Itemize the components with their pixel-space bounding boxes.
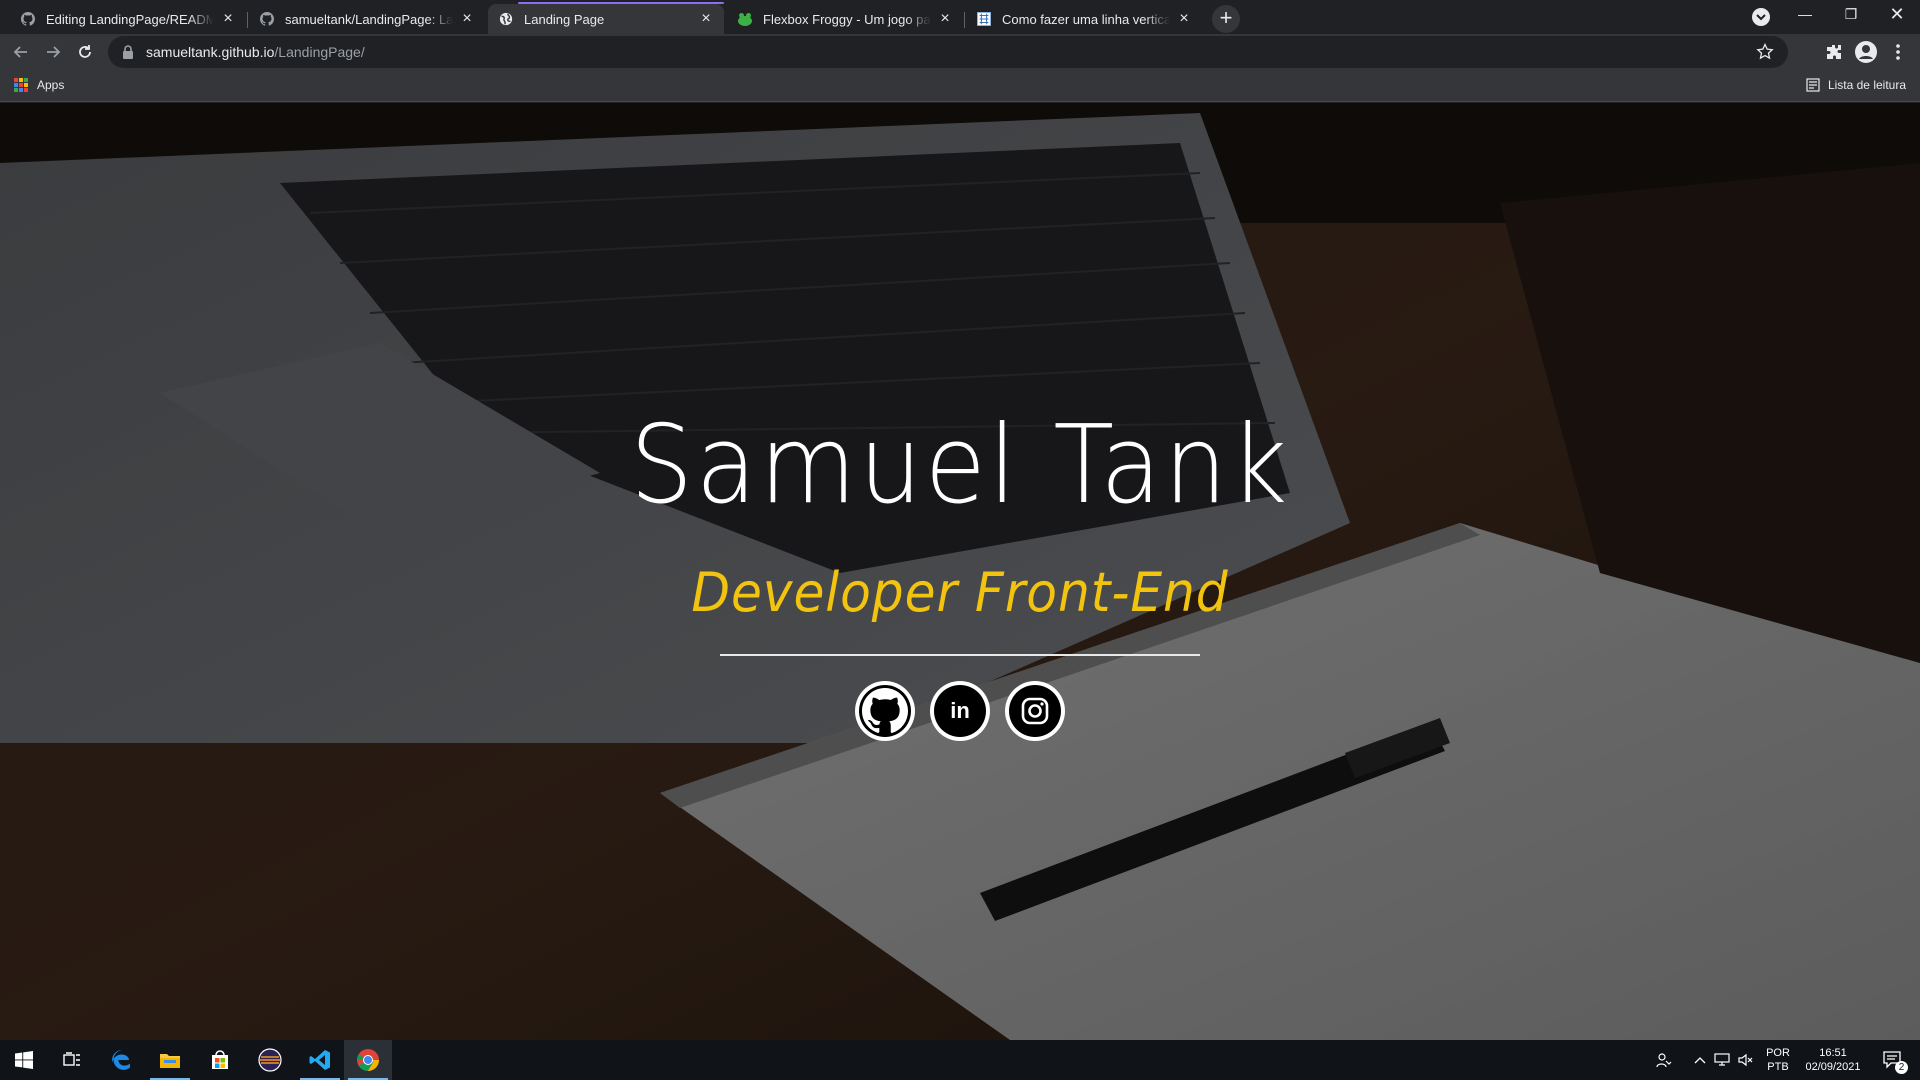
chevron-up-icon[interactable]	[1692, 1052, 1708, 1068]
linkedin-icon: in	[934, 685, 986, 737]
divider-line	[720, 654, 1200, 656]
github-icon	[859, 685, 911, 737]
close-window-icon[interactable]: ✕	[1874, 0, 1920, 30]
profile-menu-icon[interactable]	[1738, 2, 1784, 32]
volume-muted-icon[interactable]	[1738, 1052, 1754, 1068]
hero-section: Samuel Tank Developer Front-End in	[0, 103, 1920, 1040]
close-tab-icon[interactable]: ×	[1176, 11, 1192, 27]
clock-time: 16:51	[1819, 1047, 1847, 1059]
tab-readme[interactable]: Editing LandingPage/README.md ×	[10, 4, 246, 34]
close-tab-icon[interactable]: ×	[698, 11, 714, 27]
tab-separator	[964, 12, 965, 28]
back-icon[interactable]	[8, 39, 34, 65]
url-path: /LandingPage/	[274, 44, 365, 60]
task-view-icon[interactable]	[48, 1040, 96, 1080]
tab-title: Como fazer uma linha vertical com CSS	[1002, 11, 1170, 27]
store-icon[interactable]	[196, 1040, 244, 1080]
tab-flexbox-froggy[interactable]: Flexbox Froggy - Um jogo para aprender ×	[727, 4, 963, 34]
minimize-icon[interactable]: —	[1782, 0, 1828, 30]
edge-icon[interactable]	[98, 1040, 146, 1080]
notification-center-icon[interactable]: 2	[1882, 1050, 1908, 1074]
instagram-link[interactable]	[1005, 681, 1065, 741]
reload-icon[interactable]	[72, 39, 98, 65]
file-explorer-icon[interactable]	[146, 1040, 194, 1080]
apps-grid-icon	[14, 78, 28, 92]
input-language[interactable]: POR PTB	[1764, 1046, 1792, 1074]
star-icon[interactable]	[1756, 42, 1774, 64]
bookmarks-bar: Apps Lista de leitura	[0, 70, 1920, 102]
restore-icon[interactable]: ❐	[1828, 0, 1874, 30]
apps-label: Apps	[37, 78, 65, 92]
tab-title: Editing LandingPage/README.md	[46, 11, 214, 27]
extensions-icon[interactable]	[1822, 40, 1846, 64]
tab-repo[interactable]: samueltank/LandingPage: Landing Page ×	[249, 4, 485, 34]
apps-bookmark[interactable]: Apps	[14, 78, 64, 92]
clock-date: 02/09/2021	[1805, 1061, 1861, 1073]
url-host: samueltank.github.io	[146, 44, 275, 60]
windows-start-icon[interactable]	[0, 1040, 48, 1080]
close-tab-icon[interactable]: ×	[220, 11, 236, 27]
language-line-1: POR	[1766, 1047, 1790, 1059]
hero-role: Developer Front-End	[691, 561, 1229, 624]
vscode-icon[interactable]	[296, 1040, 344, 1080]
reading-list[interactable]: Lista de leitura	[1806, 78, 1906, 92]
clock[interactable]: 16:51 02/09/2021	[1798, 1046, 1868, 1074]
lock-icon[interactable]	[122, 45, 136, 59]
github-link[interactable]	[855, 681, 915, 741]
github-icon	[20, 11, 36, 27]
notification-count-badge: 2	[1895, 1061, 1908, 1074]
windows-taskbar: POR PTB 16:51 02/09/2021 2	[0, 1040, 1920, 1080]
more-menu-icon[interactable]	[1886, 40, 1910, 64]
globe-icon	[498, 11, 514, 27]
tab-title: Flexbox Froggy - Um jogo para aprender	[763, 11, 931, 27]
reading-list-label: Lista de leitura	[1827, 78, 1906, 92]
chrome-icon[interactable]	[344, 1040, 392, 1080]
stackoverflow-icon	[976, 11, 992, 27]
linkedin-link[interactable]: in	[930, 681, 990, 741]
tab-title: Landing Page	[524, 11, 605, 27]
tab-landing-page[interactable]: Landing Page ×	[488, 2, 724, 34]
account-icon[interactable]	[1854, 40, 1878, 64]
browser-toolbar: samueltank.github.io/LandingPage/	[0, 34, 1920, 70]
language-line-2: PTB	[1767, 1061, 1789, 1073]
new-tab-button[interactable]: +	[1212, 5, 1240, 33]
page-viewport: Samuel Tank Developer Front-End in	[0, 103, 1920, 1040]
people-icon[interactable]	[1656, 1052, 1672, 1068]
tab-strip: Editing LandingPage/README.md × samuelta…	[0, 0, 1920, 34]
instagram-icon	[1009, 685, 1061, 737]
hero-name: Samuel Tank	[629, 403, 1291, 528]
reading-list-icon	[1806, 78, 1820, 92]
social-links: in	[0, 681, 1920, 741]
github-icon	[259, 11, 275, 27]
network-icon[interactable]	[1714, 1052, 1730, 1068]
address-bar[interactable]: samueltank.github.io/LandingPage/	[108, 36, 1788, 68]
frog-icon	[737, 11, 753, 27]
linkedin-label: in	[950, 698, 970, 723]
close-tab-icon[interactable]: ×	[937, 11, 953, 27]
tab-separator	[247, 12, 248, 28]
forward-icon[interactable]	[40, 39, 66, 65]
tab-css-vertical-line[interactable]: Como fazer uma linha vertical com CSS ×	[966, 4, 1202, 34]
tab-title: samueltank/LandingPage: Landing Page	[285, 11, 453, 27]
eclipse-icon[interactable]	[246, 1040, 294, 1080]
close-tab-icon[interactable]: ×	[459, 11, 475, 27]
